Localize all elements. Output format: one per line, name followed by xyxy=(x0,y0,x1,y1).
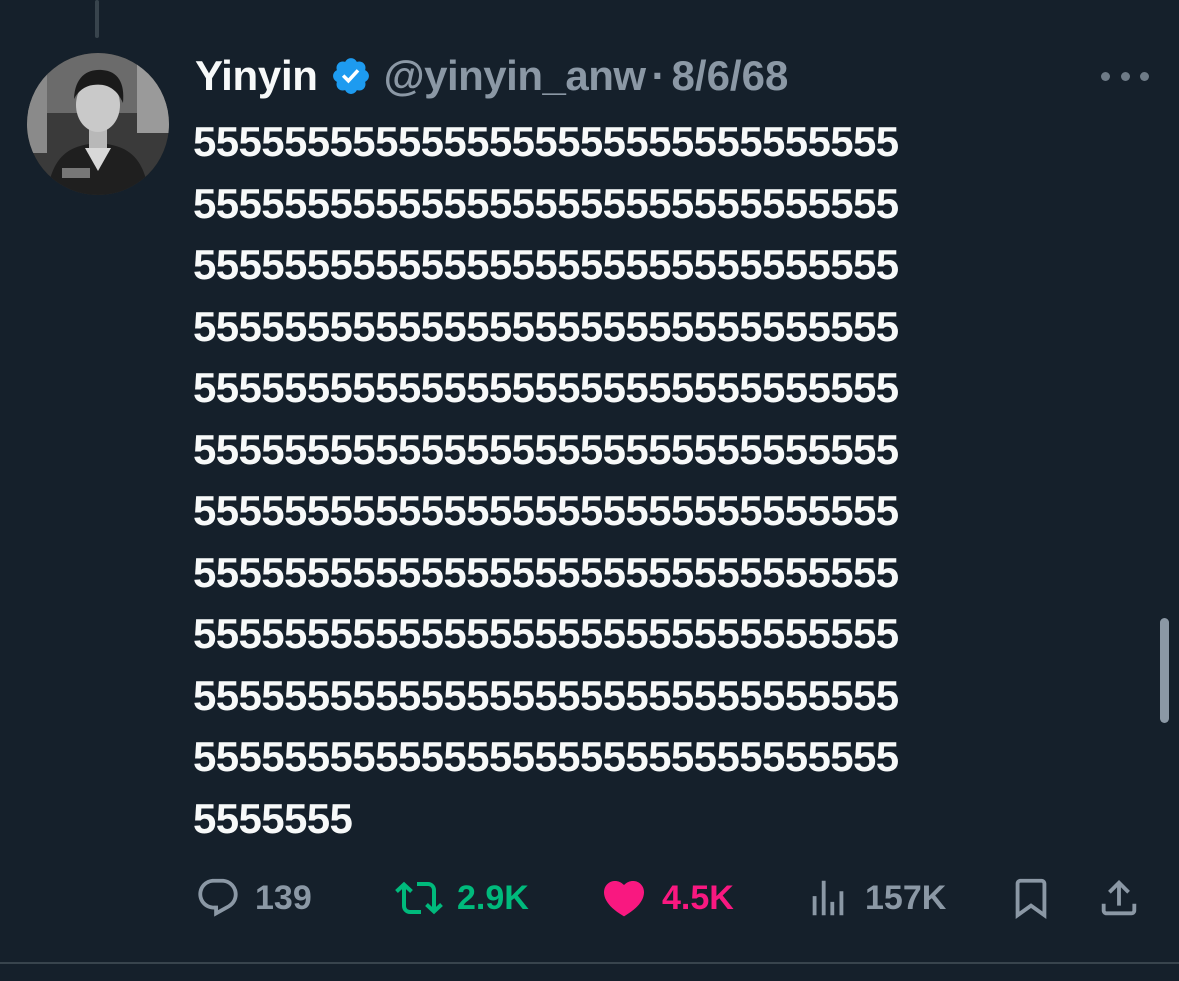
tweet-text-line: 5555555555555555555555555555555 xyxy=(193,487,899,534)
author-handle[interactable]: @yinyin_anw xyxy=(384,52,646,100)
reply-count: 139 xyxy=(255,878,312,917)
tweet-text-line: 5555555555555555555555555555555 xyxy=(193,671,899,719)
repost-arrows-icon xyxy=(395,881,443,915)
tweet-text-line: 5555555555555555555555555555555 xyxy=(193,302,899,350)
tweet-date[interactable]: 8/6/68 xyxy=(672,52,789,100)
profile-photo xyxy=(27,53,169,195)
header-separator: · xyxy=(651,52,666,99)
bookmark-button[interactable] xyxy=(1008,868,1068,928)
author-name[interactable]: Yinyin xyxy=(195,52,318,100)
reply-bubble-icon xyxy=(198,878,238,917)
scrollbar-thumb[interactable] xyxy=(1160,618,1169,723)
tweet-text: 5555555555555555555555555555555 55555555… xyxy=(193,111,1133,849)
more-dots-icon[interactable] xyxy=(1101,69,1149,83)
tweet-text-line: 5555555555555555555555555555555 xyxy=(193,425,899,473)
views-button[interactable]: 157K xyxy=(805,868,946,928)
tweet-text-line: 5555555555555555555555555555555 xyxy=(193,610,899,657)
tweet-divider xyxy=(0,962,1179,964)
thread-connector-line xyxy=(95,0,99,38)
tweet-text-line: 5555555555555555555555555555555 xyxy=(193,733,899,780)
views-count: 157K xyxy=(865,878,947,917)
tweet-text-line: 5555555555555555555555555555555 xyxy=(193,179,899,227)
bar-chart-icon xyxy=(812,880,844,916)
heart-filled-icon xyxy=(603,881,645,917)
tweet-text-line: 5555555555555555555555555555555 xyxy=(193,241,899,288)
bookmark-icon xyxy=(1015,878,1047,919)
more-dot xyxy=(1101,71,1110,81)
tweet-text-line: 5555555 xyxy=(193,794,353,842)
tweet-header: Yinyin @yinyin_anw · 8/6/68 xyxy=(195,46,788,106)
more-dot xyxy=(1120,71,1130,81)
avatar[interactable] xyxy=(27,53,169,195)
repost-count: 2.9K xyxy=(457,878,529,917)
tweet-text-line: 5555555555555555555555555555555 xyxy=(193,118,899,165)
tweet-text-line: 5555555555555555555555555555555 xyxy=(193,548,899,596)
repost-button[interactable]: 2.9K xyxy=(395,868,529,928)
share-upload-icon xyxy=(1101,879,1137,916)
like-count: 4.5K xyxy=(662,878,734,917)
tweet-actions: 139 2.9K 4.5K 157K xyxy=(0,868,1179,928)
like-button[interactable]: 4.5K xyxy=(600,868,734,928)
more-dot xyxy=(1140,71,1149,81)
reply-button[interactable]: 139 xyxy=(195,868,312,928)
tweet-text-line: 5555555555555555555555555555555 xyxy=(193,364,899,411)
verified-badge-icon xyxy=(332,58,369,94)
share-button[interactable] xyxy=(1096,868,1156,928)
